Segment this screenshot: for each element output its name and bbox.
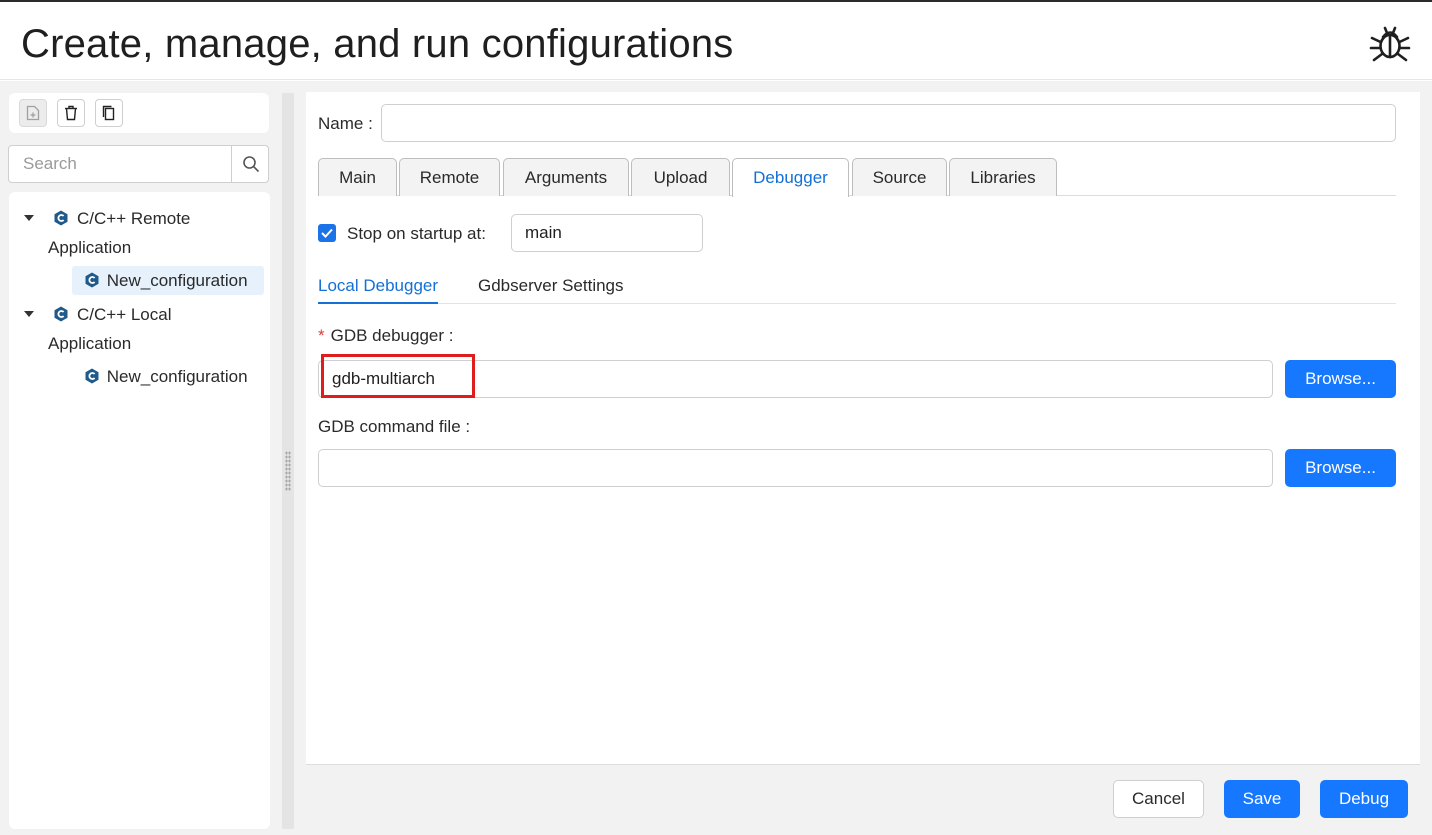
config-editor: Name : Main Remote Arguments Upload Debu…	[306, 92, 1420, 764]
panel-splitter[interactable]	[282, 93, 294, 829]
trash-icon	[65, 105, 77, 121]
tab-libraries[interactable]: Libraries	[949, 158, 1057, 196]
subtab-gdbserver-settings[interactable]: Gdbserver Settings	[478, 272, 624, 300]
tab-upload[interactable]: Upload	[631, 158, 730, 196]
tab-arguments[interactable]: Arguments	[503, 158, 629, 196]
search-button[interactable]	[231, 146, 269, 182]
duplicate-config-button[interactable]	[95, 99, 123, 127]
name-label-text: Name	[318, 114, 364, 133]
name-label: Name :	[318, 112, 373, 136]
cpp-icon	[84, 271, 100, 290]
checkmark-icon	[321, 228, 333, 238]
search-box	[8, 145, 269, 183]
new-file-icon	[26, 105, 40, 121]
subtab-local-debugger[interactable]: Local Debugger	[318, 272, 439, 304]
gdb-command-file-browse-button[interactable]: Browse...	[1285, 449, 1396, 487]
tab-source[interactable]: Source	[852, 158, 947, 196]
copy-icon	[102, 105, 115, 121]
cancel-button[interactable]: Cancel	[1113, 780, 1204, 818]
save-button[interactable]: Save	[1224, 780, 1300, 818]
tree-item-remote-new-configuration[interactable]: New_configuration	[72, 266, 264, 295]
stop-on-startup-checkbox[interactable]	[318, 224, 336, 242]
highlight-box	[321, 354, 475, 398]
startup-symbol-input[interactable]	[511, 214, 703, 252]
tree-group-label-cont: Application	[48, 334, 132, 353]
gdb-command-file-label-text: GDB command file	[318, 417, 461, 436]
config-tabs: Main Remote Arguments Upload Debugger So…	[318, 158, 1396, 197]
search-icon	[242, 156, 259, 173]
tree-item-label: New_configuration	[106, 271, 248, 290]
search-input[interactable]	[9, 146, 231, 182]
cpp-icon	[53, 300, 69, 329]
page-title: Create, manage, and run configurations	[21, 22, 734, 66]
label-colon: :	[444, 326, 454, 345]
cpp-icon	[53, 204, 69, 233]
tree-item-label: New_configuration	[106, 367, 248, 386]
tab-debugger[interactable]: Debugger	[732, 158, 849, 197]
label-colon: :	[363, 114, 373, 133]
tree-group-label: C/C++ Remote	[77, 209, 191, 228]
cpp-icon	[84, 367, 100, 386]
new-config-button[interactable]	[19, 99, 47, 127]
gdb-debugger-label-text: GDB debugger	[330, 326, 445, 345]
config-tree: C/C++ Remote Application New_configurati…	[9, 192, 270, 829]
drag-handle-icon[interactable]	[285, 451, 291, 491]
dialog-body: C/C++ Remote Application New_configurati…	[0, 81, 1432, 835]
required-mark: *	[318, 326, 325, 345]
name-input[interactable]	[381, 104, 1396, 142]
debug-button[interactable]: Debug	[1320, 780, 1408, 818]
tab-remote[interactable]: Remote	[399, 158, 500, 196]
tab-main[interactable]: Main	[318, 158, 397, 196]
dialog-footer: Cancel Save Debug	[306, 764, 1420, 835]
config-toolbar	[9, 93, 269, 133]
stop-on-startup-label: Stop on startup at:	[347, 224, 486, 243]
delete-config-button[interactable]	[57, 99, 85, 127]
label-colon: :	[460, 417, 471, 436]
tree-group-label-cont: Application	[48, 238, 132, 257]
gdb-command-file-label: GDB command file :	[318, 415, 470, 439]
caret-down-icon[interactable]	[24, 311, 34, 317]
header: Create, manage, and run configurations	[0, 2, 1432, 80]
gdb-debugger-browse-button[interactable]: Browse...	[1285, 360, 1396, 398]
bug-icon[interactable]	[1367, 20, 1413, 66]
tree-group-label: C/C++ Local	[77, 305, 172, 324]
caret-down-icon[interactable]	[24, 215, 34, 221]
debugger-subtabs: Local Debugger Gdbserver Settings	[318, 272, 1396, 304]
gdb-command-file-input[interactable]	[318, 449, 1273, 487]
tree-item-local-new-configuration[interactable]: New_configuration	[72, 362, 264, 391]
gdb-debugger-label: * GDB debugger :	[318, 324, 453, 348]
